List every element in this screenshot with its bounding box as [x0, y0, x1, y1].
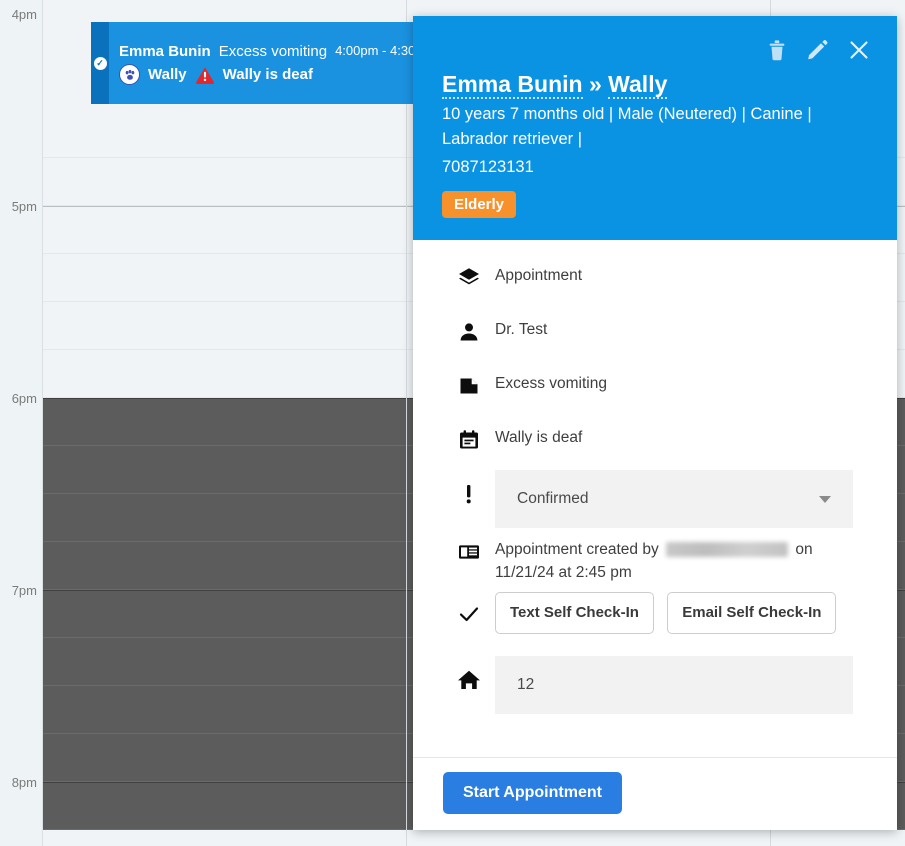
- row-appointment-type: Appointment: [413, 254, 897, 308]
- status-select[interactable]: Confirmed: [495, 470, 853, 528]
- appointment-detail-modal: Emma Bunin » Wally 10 years 7 months old…: [413, 16, 897, 830]
- modal-body: Appointment Dr. Test E: [413, 240, 897, 757]
- paw-icon: [119, 64, 140, 85]
- created-by-text: Appointment created by on 11/21/24 at 2:…: [495, 528, 867, 585]
- row-room: 12: [413, 656, 897, 726]
- provider-value: Dr. Test: [495, 308, 867, 341]
- email-self-checkin-button[interactable]: Email Self Check-In: [667, 592, 836, 635]
- hour-label: 5pm: [12, 200, 37, 213]
- reason-value: Excess vomiting: [495, 362, 867, 395]
- note-icon: [457, 362, 495, 398]
- edit-icon[interactable]: [806, 38, 829, 62]
- check-icon: [457, 590, 495, 626]
- appointment-note: Wally is deaf: [223, 63, 313, 86]
- home-icon: [457, 656, 495, 692]
- appointment-client-name: Emma Bunin: [119, 40, 211, 63]
- appointment-type-value: Appointment: [495, 254, 867, 287]
- appointment-block[interactable]: ✓ Emma Bunin Excess vomiting 4:00pm - 4:…: [91, 22, 456, 104]
- alert-triangle-icon: [195, 66, 215, 84]
- modal-patient-details: 10 years 7 months old | Male (Neutered) …: [442, 102, 871, 153]
- article-icon: [457, 528, 495, 564]
- calendar-icon: [457, 416, 495, 452]
- room-value: 12: [517, 673, 534, 696]
- row-note: Wally is deaf: [413, 416, 897, 470]
- row-created-by: Appointment created by on 11/21/24 at 2:…: [413, 528, 897, 590]
- close-icon[interactable]: [847, 38, 871, 62]
- modal-client-link[interactable]: Emma Bunin: [442, 71, 583, 99]
- app-root: 4:30pm4:45pm5:00pm5:15pm5:30pm5:45pm6:00…: [0, 0, 905, 846]
- appointment-reason: Excess vomiting: [219, 40, 327, 63]
- hour-label: 4pm: [12, 8, 37, 21]
- status-badge: Elderly: [442, 191, 516, 218]
- room-input[interactable]: 12: [495, 656, 853, 714]
- modal-footer: Start Appointment: [413, 757, 897, 830]
- row-self-checkin: Text Self Check-In Email Self Check-In: [413, 590, 897, 656]
- title-separator: »: [583, 71, 609, 97]
- delete-icon[interactable]: [766, 38, 788, 62]
- modal-title: Emma Bunin » Wally: [442, 70, 871, 100]
- chevron-down-icon: [819, 496, 831, 503]
- start-appointment-button[interactable]: Start Appointment: [443, 772, 622, 814]
- status-select-value: Confirmed: [517, 487, 589, 510]
- row-reason: Excess vomiting: [413, 362, 897, 416]
- appointment-status-rail: ✓: [91, 22, 109, 104]
- modal-patient-link[interactable]: Wally: [608, 71, 667, 99]
- modal-action-bar: [442, 16, 871, 70]
- hour-label: 8pm: [12, 776, 37, 789]
- row-provider: Dr. Test: [413, 308, 897, 362]
- check-circle-icon: ✓: [94, 57, 107, 70]
- appointment-summary: Emma Bunin Excess vomiting 4:00pm - 4:30…: [109, 40, 456, 87]
- created-by-prefix: Appointment created by: [495, 541, 659, 558]
- hour-label: 6pm: [12, 392, 37, 405]
- appointment-patient-name: Wally: [148, 63, 187, 86]
- time-gutter: 4pm 5pm 6pm 7pm 8pm: [0, 0, 43, 846]
- exclamation-icon: [457, 470, 495, 506]
- text-self-checkin-button[interactable]: Text Self Check-In: [495, 592, 654, 635]
- layers-icon: [457, 254, 495, 290]
- modal-phone: 7087123131: [442, 155, 871, 181]
- column-divider: [406, 0, 407, 846]
- hour-label: 7pm: [12, 584, 37, 597]
- redacted-creator-name: [666, 542, 788, 557]
- modal-header: Emma Bunin » Wally 10 years 7 months old…: [413, 16, 897, 240]
- note-value: Wally is deaf: [495, 416, 867, 449]
- row-status: Confirmed: [413, 470, 897, 528]
- appointment-time-range: 4:00pm - 4:30p: [335, 41, 422, 61]
- person-icon: [457, 308, 495, 344]
